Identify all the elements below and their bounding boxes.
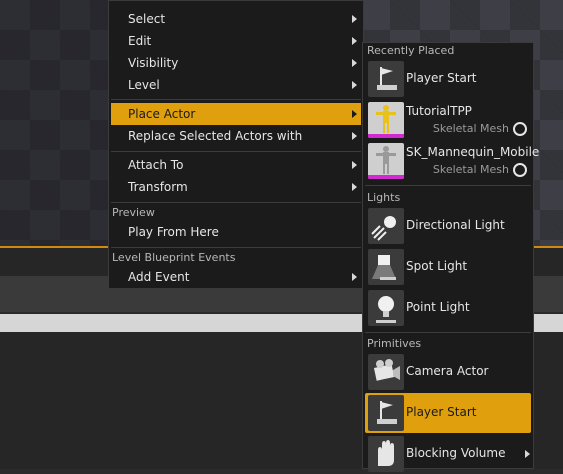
place-actor-submenu: Recently Placed Player Start TutorialTPP… [362,42,539,472]
menu-item-label: Play From Here [128,225,219,239]
submenu-item-label: Point Light [406,300,470,314]
browse-asset-icon[interactable] [513,122,527,136]
submenu-item-label: Camera Actor [406,364,489,378]
menu-item-play-from-here[interactable]: Play From Here [111,221,361,243]
menu-item-label: Visibility [128,56,179,70]
player-start-icon [368,61,404,97]
asset-type-label: Skeletal Mesh [432,122,509,135]
viewport-shadow [0,0,110,246]
submenu-item-player-start[interactable]: Player Start [365,393,531,433]
submenu-item-label: TutorialTPP [406,104,472,118]
skeletal-mesh-thumbnail [368,143,404,179]
section-header-level-blueprint: Level Blueprint Events [112,251,236,264]
menu-item-transform[interactable]: Transform [111,176,361,198]
menu-item-select[interactable]: Select [111,8,361,30]
asset-type-label: Skeletal Mesh [432,163,509,176]
menu-item-attach-to[interactable]: Attach To [111,154,361,176]
menu-item-place-actor[interactable]: Place Actor [111,103,361,125]
submenu-item-sk-mannequin-mobile[interactable]: SK_Mannequin_Mobile Skeletal Mesh [365,141,539,181]
submenu-item-camera-actor[interactable]: Camera Actor [365,352,531,392]
submenu-arrow-icon [352,37,357,45]
menu-item-label: Edit [128,34,152,48]
menu-item-visibility[interactable]: Visibility [111,52,361,74]
menu-item-label: Replace Selected Actors with [128,129,303,143]
submenu-arrow-icon [352,161,357,169]
menu-item-edit[interactable]: Edit [111,30,361,52]
section-header-recently-placed: Recently Placed [367,44,455,57]
submenu-arrow-icon [352,59,357,67]
menu-item-label: Select [128,12,166,26]
submenu-item-label: Player Start [406,71,477,85]
submenu-arrow-icon [352,15,357,23]
submenu-item-directional-light[interactable]: Directional Light [365,206,531,246]
submenu-item-label: Spot Light [406,259,468,273]
menu-item-label: Level [128,78,160,92]
submenu-arrow-icon [525,450,530,458]
submenu-arrow-icon [352,132,357,140]
submenu-item-label: Directional Light [406,218,505,232]
submenu-divider [365,185,531,186]
submenu-arrow-icon [352,81,357,89]
camera-actor-icon [368,354,404,390]
menu-item-level[interactable]: Level [111,74,361,96]
menu-divider [111,151,361,152]
menu-item-label: Attach To [128,158,184,172]
submenu-item-spot-light[interactable]: Spot Light [365,247,531,287]
menu-divider [111,99,361,100]
submenu-item-label: SK_Mannequin_Mobile [406,145,540,159]
menu-item-replace-actors[interactable]: Replace Selected Actors with [111,125,361,147]
submenu-arrow-icon [352,183,357,191]
menu-item-label: Transform [128,180,188,194]
submenu-item-blocking-volume[interactable]: Blocking Volume [365,434,531,474]
context-menu: Select Edit Visibility Level Place Actor… [108,0,364,289]
submenu-divider [365,332,531,333]
section-header-preview: Preview [112,206,155,219]
section-header-lights: Lights [367,191,401,204]
menu-divider [111,247,361,248]
menu-item-add-event[interactable]: Add Event [111,266,361,288]
menu-divider [111,202,361,203]
directional-light-icon [368,208,404,244]
section-header-primitives: Primitives [367,337,422,350]
skeletal-mesh-thumbnail [368,102,404,138]
point-light-icon [368,290,404,326]
browse-asset-icon[interactable] [513,163,527,177]
submenu-arrow-icon [352,110,357,118]
submenu-item-player-start-recent[interactable]: Player Start [365,59,531,99]
menu-item-label: Place Actor [128,107,196,121]
submenu-item-label: Blocking Volume [406,446,506,460]
submenu-item-label: Player Start [406,405,477,419]
submenu-arrow-icon [352,273,357,281]
menu-item-label: Add Event [128,270,190,284]
player-start-icon [368,395,404,431]
blocking-volume-icon [368,436,404,472]
submenu-item-tutorialtpp[interactable]: TutorialTPP Skeletal Mesh [365,100,531,140]
spot-light-icon [368,249,404,285]
submenu-item-point-light[interactable]: Point Light [365,288,531,328]
